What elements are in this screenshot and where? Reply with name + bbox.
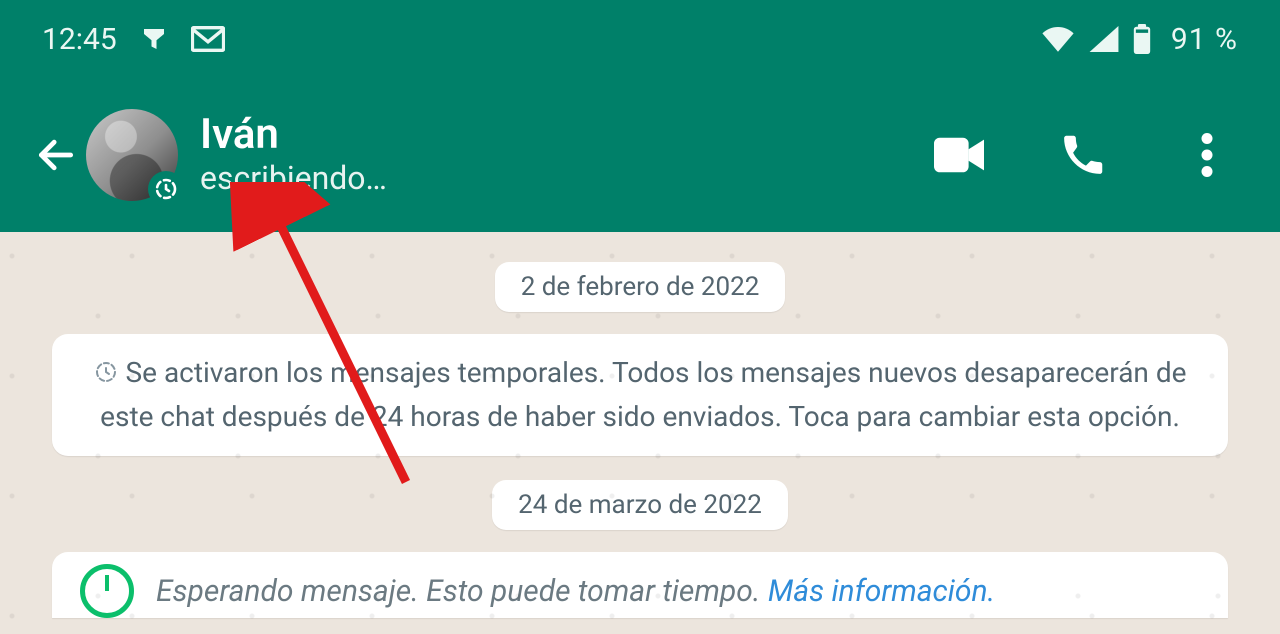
contact-name: Iván bbox=[200, 113, 387, 157]
contact-avatar[interactable] bbox=[86, 109, 178, 201]
battery-percent: 91 % bbox=[1171, 22, 1238, 57]
waiting-clock-icon bbox=[80, 564, 134, 618]
status-bar: 12:45 91 % bbox=[0, 0, 1280, 78]
battery-icon bbox=[1133, 24, 1151, 54]
disappearing-messages-icon bbox=[148, 171, 184, 207]
waiting-message-card[interactable]: Esperando mensaje. Esto puede tomar tiem… bbox=[52, 552, 1228, 618]
more-info-link[interactable]: Más información. bbox=[768, 574, 995, 609]
chat-area[interactable]: 2 de febrero de 2022 Se activaron los me… bbox=[0, 232, 1280, 634]
timer-icon bbox=[94, 354, 118, 396]
video-call-button[interactable] bbox=[932, 128, 986, 182]
wifi-icon bbox=[1041, 26, 1075, 52]
app-header: 12:45 91 % bbox=[0, 0, 1280, 232]
date-divider: 24 de marzo de 2022 bbox=[492, 480, 788, 530]
typing-status: escribiendo… bbox=[200, 159, 387, 197]
waiting-message-text: Esperando mensaje. Esto puede tomar tiem… bbox=[156, 574, 995, 609]
more-options-button[interactable] bbox=[1180, 128, 1234, 182]
cell-signal-icon bbox=[1089, 26, 1119, 52]
clock-time: 12:45 bbox=[42, 22, 117, 57]
back-button[interactable] bbox=[32, 133, 80, 177]
date-divider: 2 de febrero de 2022 bbox=[495, 262, 786, 312]
system-message-text: Se activaron los mensajes temporales. To… bbox=[100, 356, 1186, 433]
app-notification-icon bbox=[139, 24, 169, 54]
system-message-disappearing[interactable]: Se activaron los mensajes temporales. To… bbox=[52, 334, 1228, 456]
gmail-icon bbox=[191, 26, 225, 52]
contact-info[interactable]: Iván escribiendo… bbox=[200, 113, 387, 197]
chat-header: Iván escribiendo… bbox=[0, 78, 1280, 232]
voice-call-button[interactable] bbox=[1056, 128, 1110, 182]
